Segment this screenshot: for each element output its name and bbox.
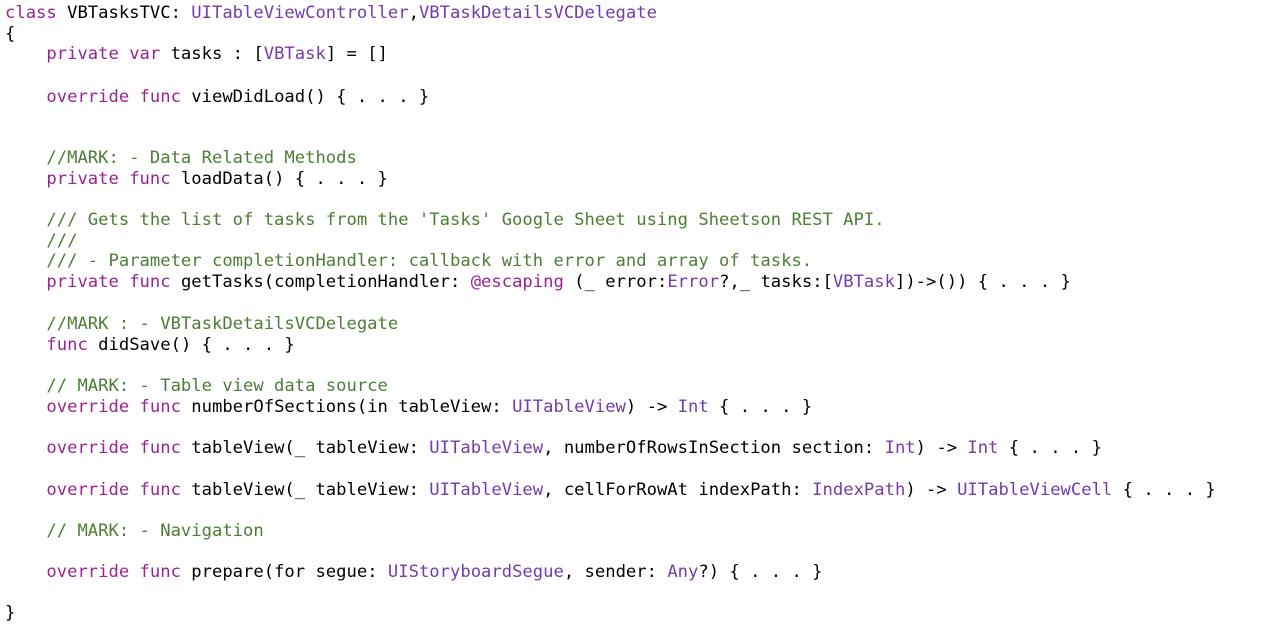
- type-token: UITableView: [429, 438, 544, 458]
- code-text: ) ->: [905, 480, 958, 500]
- code-text: didSave() { . . . }: [87, 335, 295, 355]
- code-text: tasks : [: [160, 44, 264, 64]
- code-text: viewDidLoad() { . . . }: [180, 87, 430, 107]
- comment-token: // MARK: - Navigation: [46, 521, 264, 541]
- code-text: , cellForRowAt indexPath:: [543, 480, 813, 500]
- keyword-token: private func: [46, 169, 171, 189]
- code-text: loadData() { . . . }: [170, 169, 388, 189]
- code-line-doc-comment-blank: ///: [5, 230, 77, 252]
- code-text: {: [5, 24, 16, 44]
- code-line-mark-data-source: // MARK: - Table view data source: [5, 375, 388, 397]
- code-line-cell-for-row: override func tableView(_ tableView: UIT…: [5, 479, 1216, 501]
- code-text: VBTasksTVC:: [56, 3, 192, 23]
- code-text: tableView(_ tableView:: [180, 480, 430, 500]
- code-line-mark-delegate: //MARK : - VBTaskDetailsVCDelegate: [5, 313, 398, 335]
- type-token: UITableView: [512, 397, 626, 417]
- code-line-view-did-load: override func viewDidLoad() { . . . }: [5, 86, 429, 108]
- type-token: VBTask: [263, 44, 326, 64]
- code-line-close-brace: }: [5, 602, 15, 624]
- comment-token: //MARK : - VBTaskDetailsVCDelegate: [46, 314, 399, 334]
- keyword-token: func: [46, 335, 88, 355]
- code-line-prepare-for-segue: override func prepare(for segue: UIStory…: [5, 561, 823, 583]
- type-token: UITableViewCell: [957, 480, 1113, 500]
- keyword-token: private var: [46, 44, 161, 64]
- code-line-class-declaration: class VBTasksTVC: UITableViewController,…: [5, 2, 657, 24]
- code-text: getTasks(completionHandler:: [170, 272, 471, 292]
- code-text: { . . . }: [1112, 480, 1216, 500]
- code-text: { . . . }: [708, 397, 813, 417]
- code-text: , sender:: [563, 562, 668, 582]
- comment-token: ///: [46, 231, 78, 251]
- code-line-tasks-property: private var tasks : [VBTask] = []: [5, 43, 388, 65]
- type-token: UIStoryboardSegue: [387, 562, 564, 582]
- code-text: prepare(for segue:: [180, 562, 388, 582]
- keyword-token: @escaping: [470, 272, 564, 292]
- keyword-token: override func: [46, 397, 181, 417]
- code-text: ])->()) { . . . }: [894, 272, 1071, 292]
- code-editor[interactable]: class VBTasksTVC: UITableViewController,…: [0, 0, 1280, 629]
- code-text: ) ->: [625, 397, 678, 417]
- type-token: Int: [677, 397, 709, 417]
- keyword-token: override func: [46, 480, 181, 500]
- type-token: UITableViewController: [191, 3, 409, 23]
- code-text: ) ->: [915, 438, 968, 458]
- type-token: IndexPath: [812, 480, 906, 500]
- code-line-load-data: private func loadData() { . . . }: [5, 168, 388, 190]
- code-line-number-of-sections: override func numberOfSections(in tableV…: [5, 396, 812, 418]
- type-token: UITableView: [429, 480, 544, 500]
- type-token: Int: [967, 438, 999, 458]
- code-line-get-tasks: private func getTasks(completionHandler:…: [5, 271, 1071, 293]
- type-token: VBTaskDetailsVCDelegate: [418, 3, 657, 23]
- type-token: Int: [884, 438, 916, 458]
- code-text: tableView(_ tableView:: [180, 438, 430, 458]
- comment-token: /// - Parameter completionHandler: callb…: [46, 251, 813, 271]
- keyword-token: class: [5, 3, 57, 23]
- code-text: }: [5, 603, 16, 623]
- code-text: (_ error:: [563, 272, 668, 292]
- code-text: ] = []: [325, 44, 388, 64]
- code-text: numberOfSections(in tableView:: [180, 397, 513, 417]
- code-text: { . . . }: [998, 438, 1102, 458]
- keyword-token: private func: [46, 272, 171, 292]
- code-line-doc-comment-parameter: /// - Parameter completionHandler: callb…: [5, 250, 812, 272]
- type-token: VBTask: [832, 272, 895, 292]
- keyword-token: override func: [46, 87, 181, 107]
- code-text: ?,_ tasks:[: [719, 272, 833, 292]
- code-line-mark-navigation: // MARK: - Navigation: [5, 520, 264, 542]
- code-line-did-save: func didSave() { . . . }: [5, 334, 295, 356]
- code-line-number-of-rows: override func tableView(_ tableView: UIT…: [5, 437, 1102, 459]
- comment-token: /// Gets the list of tasks from the 'Tas…: [46, 210, 885, 230]
- comment-token: // MARK: - Table view data source: [46, 376, 388, 396]
- code-line-mark-data-methods: //MARK: - Data Related Methods: [5, 147, 357, 169]
- type-token: Any: [667, 562, 699, 582]
- code-line-open-brace: {: [5, 23, 15, 45]
- code-text: , numberOfRowsInSection section:: [543, 438, 885, 458]
- type-token: Error: [667, 272, 720, 292]
- code-text: ?) { . . . }: [698, 562, 823, 582]
- comment-token: //MARK: - Data Related Methods: [46, 148, 357, 168]
- code-line-doc-comment-summary: /// Gets the list of tasks from the 'Tas…: [5, 209, 885, 231]
- keyword-token: override func: [46, 438, 181, 458]
- code-text: ,: [408, 3, 419, 23]
- keyword-token: override func: [46, 562, 181, 582]
